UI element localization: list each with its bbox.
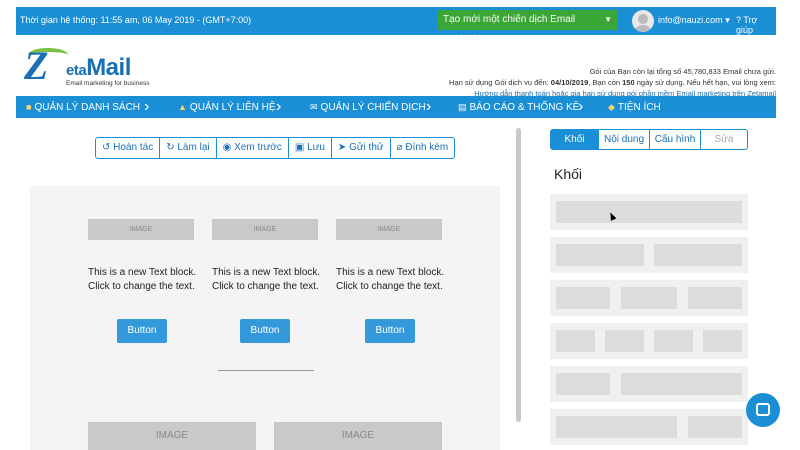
system-time: Thời gian hệ thống: 11:55 am, 06 May 201… [20, 15, 252, 25]
editor-toolbar: ↺ Hoàn tác ↻ Làm lại ◉ Xem trước ▣ Lưu ➤… [95, 137, 456, 159]
user-menu[interactable]: info@nauzi.com ▾ [658, 15, 730, 26]
create-campaign-button[interactable]: Tạo mới một chiến dịch Email Marketing ▼ [437, 10, 618, 45]
image-placeholder[interactable]: IMAGE [336, 219, 442, 240]
gift-icon: ◆ [608, 102, 615, 112]
button-block[interactable]: Button [365, 319, 415, 343]
button-block[interactable]: Button [117, 319, 167, 343]
envelope-icon: ✉ [310, 102, 318, 112]
expiry-info: Hạn sử dụng Gói dịch vụ đến: 04/10/2019,… [449, 78, 776, 87]
remaining-emails: Gói của Bạn còn lại tổng số 45,780,833 E… [589, 67, 776, 76]
eye-icon: ◉ [222, 142, 232, 153]
layout-block-1col[interactable] [550, 194, 748, 230]
chevron-right-icon: › [578, 98, 584, 115]
layout-block-2-1[interactable] [550, 409, 748, 445]
send-test-button[interactable]: ➤ Gửi thử [332, 138, 391, 158]
layout-block-2col[interactable] [550, 237, 748, 273]
preview-button[interactable]: ◉ Xem trước [217, 138, 289, 158]
panel-tabs: Khối Nội dung Cấu hình Sửa [550, 129, 748, 150]
redo-button[interactable]: ↻ Làm lại [160, 138, 217, 158]
chevron-right-icon: › [144, 98, 150, 115]
image-placeholder[interactable]: IMAGE [88, 422, 256, 450]
text-block[interactable]: This is a new Text block. Click to change… [212, 266, 332, 294]
chevron-right-icon: › [276, 98, 282, 115]
image-placeholder[interactable]: IMAGE [88, 219, 194, 240]
contacts-icon: ▲ [178, 102, 187, 112]
logo-tagline: Email marketing for business [66, 80, 150, 87]
avatar[interactable] [632, 10, 654, 32]
chat-icon [756, 403, 770, 416]
help-link[interactable]: ? Trợ giúp [736, 15, 776, 35]
nav-item-utilities[interactable]: ◆ TIỆN ÍCH [608, 96, 661, 118]
top-bar: Thời gian hệ thống: 11:55 am, 06 May 201… [16, 7, 776, 45]
chat-widget-button[interactable] [746, 393, 780, 427]
logo-wordmark: etaMail [66, 54, 131, 81]
attach-button[interactable]: ⌀ Đính kèm [391, 138, 455, 158]
panel-title: Khối [554, 166, 583, 182]
divider-block[interactable] [218, 370, 314, 371]
caret-down-icon: ▾ [725, 15, 730, 25]
layout-block-3col[interactable] [550, 280, 748, 316]
button-block[interactable]: Button [240, 319, 290, 343]
nav-item-campaigns[interactable]: ✉ QUẢN LÝ CHIẾN DỊCH [310, 96, 426, 118]
chevron-right-icon: › [426, 98, 432, 115]
create-campaign-label: Tạo mới một chiến dịch Email Marketing [443, 14, 576, 45]
save-icon: ▣ [294, 142, 305, 153]
layout-block-4col[interactable] [550, 323, 748, 359]
tab-blocks[interactable]: Khối [551, 130, 599, 149]
zetamail-logo[interactable]: Z etaMail Email marketing for business [24, 40, 154, 92]
email-canvas[interactable]: IMAGE IMAGE IMAGE This is a new Text blo… [30, 186, 500, 450]
layout-block-1-2[interactable] [550, 366, 748, 402]
nav-item-lists[interactable]: ■ QUẢN LÝ DANH SÁCH [26, 96, 140, 118]
undo-button[interactable]: ↺ Hoàn tác [96, 138, 161, 158]
nav-item-reports[interactable]: ▤ BÁO CÁO & THỐNG KÊ [458, 96, 579, 118]
undo-icon: ↺ [102, 142, 111, 153]
redo-icon: ↻ [166, 142, 175, 153]
send-icon: ➤ [337, 142, 347, 153]
paperclip-icon: ⌀ [396, 142, 403, 153]
question-icon: ? [736, 15, 742, 25]
account-info: Gói của Bạn còn lại tổng số 45,780,833 E… [449, 66, 776, 99]
text-block[interactable]: This is a new Text block. Click to change… [336, 266, 456, 294]
tab-edit[interactable]: Sửa [701, 130, 747, 149]
nav-item-contacts[interactable]: ▲ QUẢN LÝ LIÊN HỆ [178, 96, 276, 118]
save-button[interactable]: ▣ Lưu [289, 138, 332, 158]
tab-content[interactable]: Nội dung [599, 130, 650, 149]
folder-icon: ■ [26, 102, 32, 112]
logo-z: Z [24, 43, 49, 88]
text-block[interactable]: This is a new Text block. Click to change… [88, 266, 208, 294]
image-placeholder[interactable]: IMAGE [274, 422, 442, 450]
user-email: info@nauzi.com [658, 15, 723, 25]
canvas-scrollbar[interactable] [516, 128, 521, 422]
caret-down-icon: ▼ [604, 15, 612, 24]
main-nav: ■ QUẢN LÝ DANH SÁCH › ▲ QUẢN LÝ LIÊN HỆ › … [16, 96, 776, 118]
report-icon: ▤ [458, 102, 467, 112]
tab-settings[interactable]: Cấu hình [650, 130, 701, 149]
image-placeholder[interactable]: IMAGE [212, 219, 318, 240]
